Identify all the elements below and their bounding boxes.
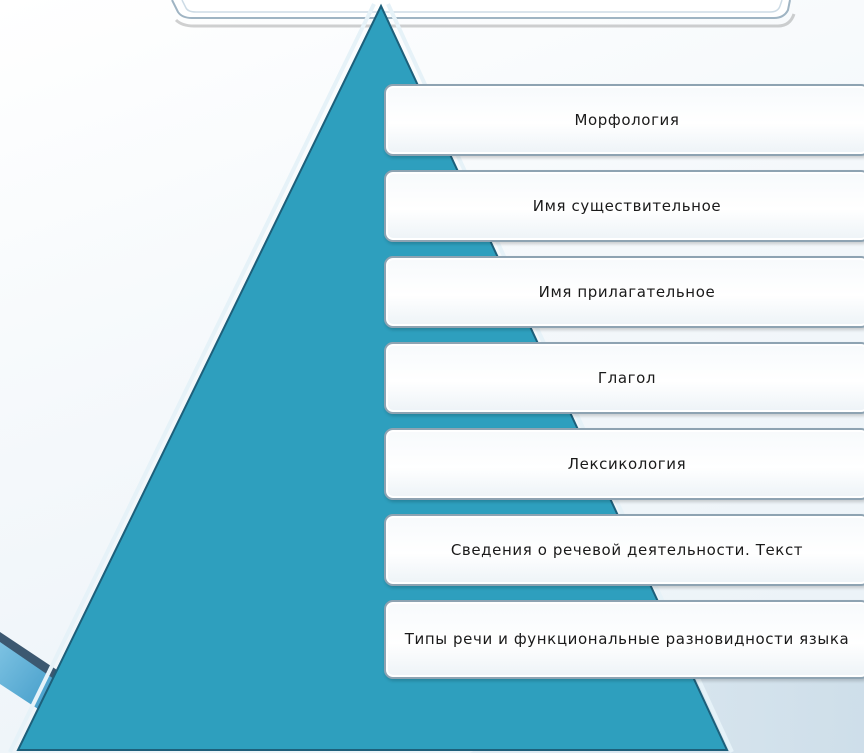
level-box-morphology: Морфология [384,84,864,156]
level-box-verb: Глагол [384,342,864,414]
level-box-lexicology: Лексикология [384,428,864,500]
slide: Морфология Имя существительное Имя прила… [0,0,864,753]
level-label: Глагол [597,368,657,387]
level-box-speech-activity: Сведения о речевой деятельности. Текст [384,514,864,586]
level-box-noun: Имя существительное [384,170,864,242]
title-box-edge [171,0,791,19]
level-label: Сведения о речевой деятельности. Текст [450,540,804,559]
level-label: Лексикология [567,454,687,473]
level-box-adjective: Имя прилагательное [384,256,864,328]
level-box-speech-types: Типы речи и функциональные разновидности… [384,600,864,679]
level-label: Имя существительное [532,196,722,215]
level-label: Морфология [574,110,680,129]
level-list: Морфология Имя существительное Имя прила… [384,84,864,693]
level-label: Имя прилагательное [538,282,716,301]
level-label: Типы речи и функциональные разновидности… [404,630,850,648]
